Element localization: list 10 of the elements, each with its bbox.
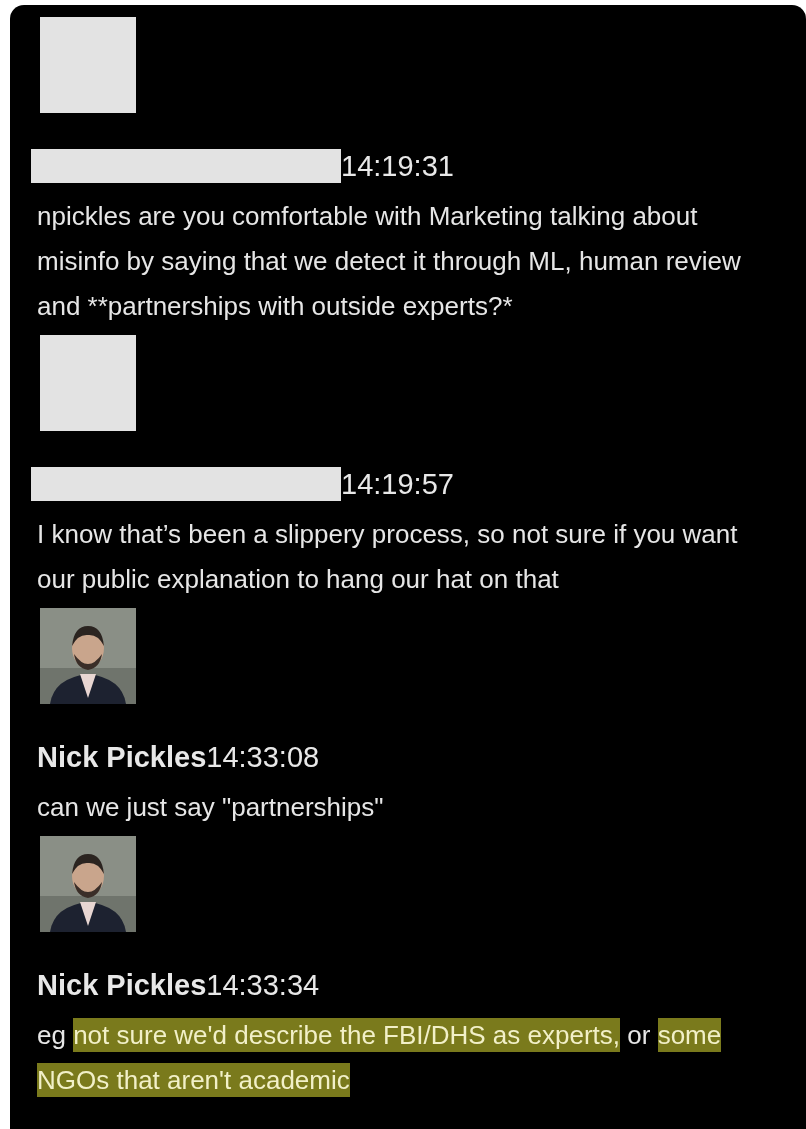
timestamp: 14:33:08 (206, 740, 320, 774)
timestamp: 14:33:34 (206, 968, 320, 1002)
timestamp: 14:19:31 (341, 149, 454, 183)
message-text: I know that’s been a slippery process, so not sure if you want our public explanation to hang our hat on that (37, 518, 739, 596)
timestamp: 14:19:57 (341, 467, 454, 501)
message-text: can we just say "partnerships" (37, 791, 384, 824)
message-text: npickles are you comfortable with Marketing talking about misinfo by saying that we detect it through ML, human review and **partnerships with outside experts?* (37, 200, 742, 323)
author-name: Nick Pickles (37, 740, 207, 774)
author-name: Nick Pickles (37, 968, 207, 1002)
message-text: eg not sure we'd describe the FBI/DHS as experts, or some NGOs that aren't academic (37, 1017, 723, 1099)
